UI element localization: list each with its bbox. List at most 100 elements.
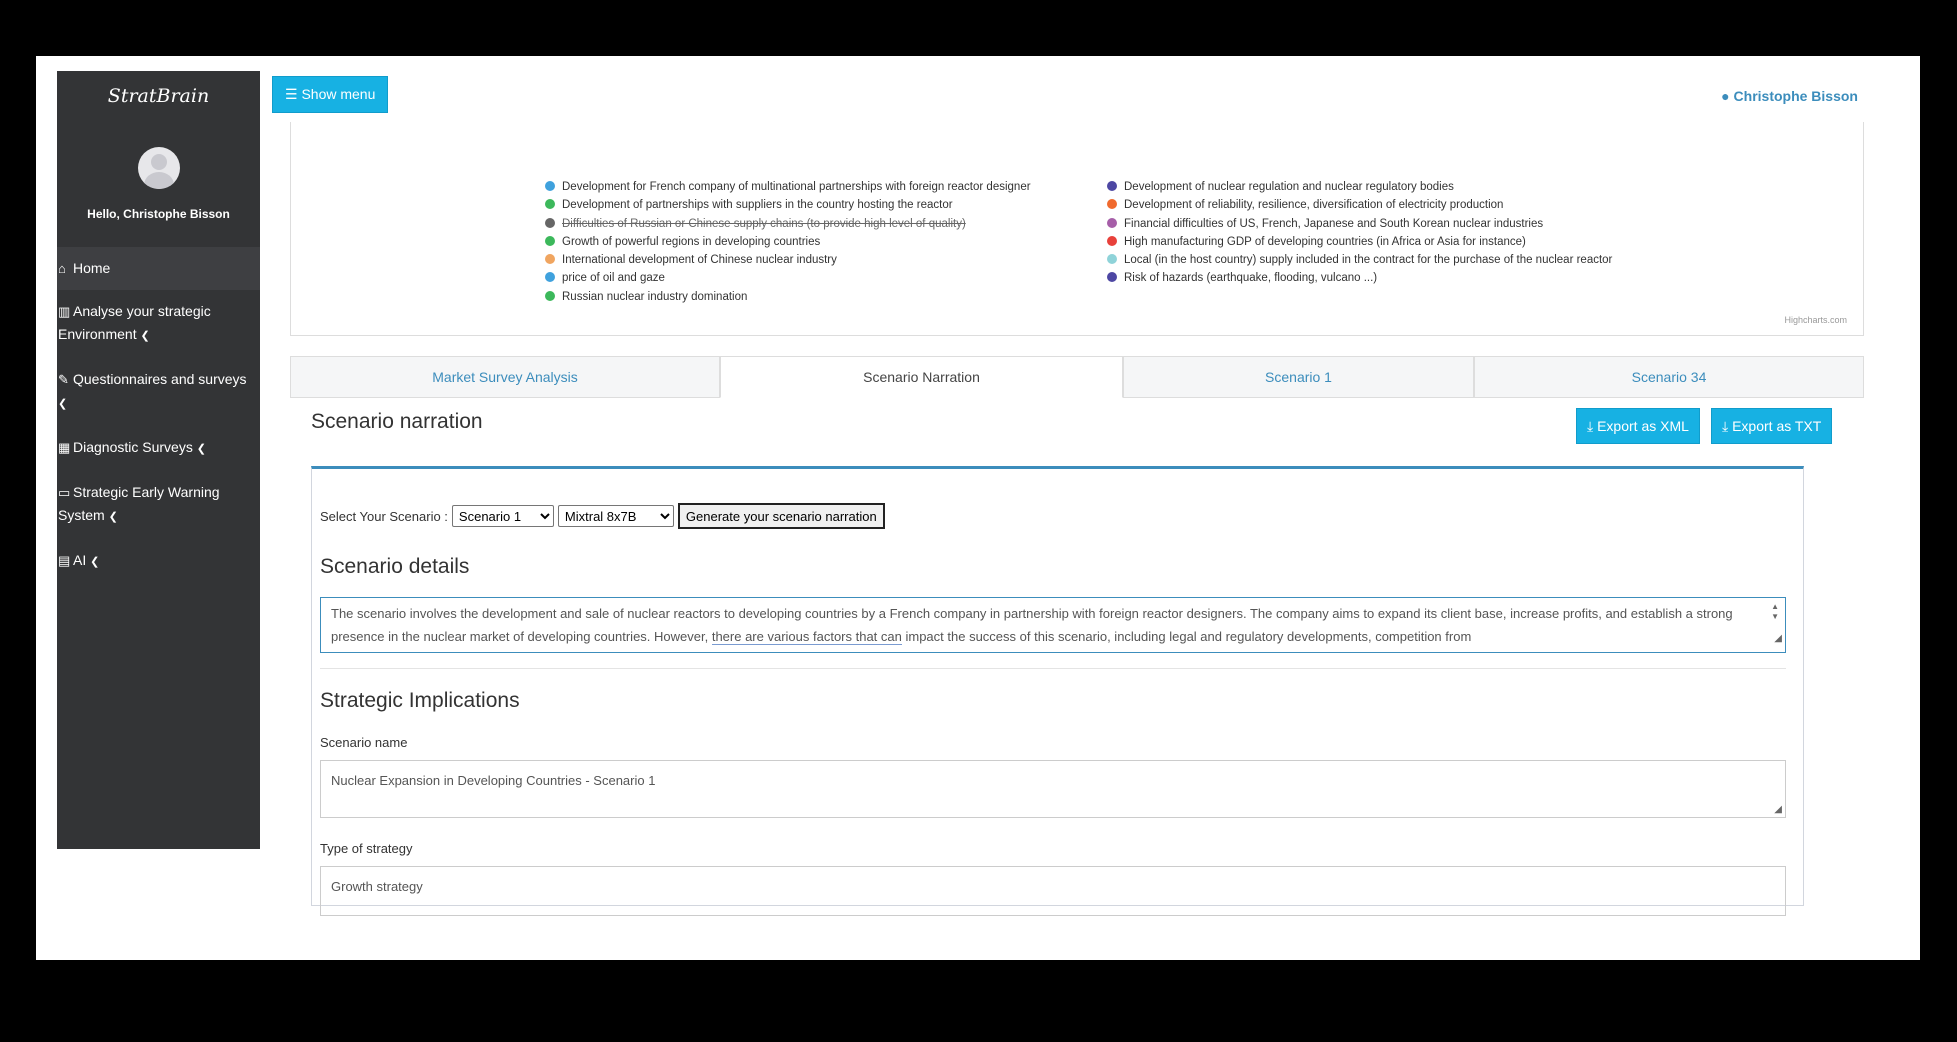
strategy-type-label: Type of strategy [320,841,413,856]
greeting: Hello, Christophe Bisson [87,207,230,221]
chart-credits[interactable]: Highcharts.com [1784,315,1847,325]
page-title: Scenario narration [311,410,483,433]
legend-marker-icon [545,272,555,283]
model-select[interactable]: Mixtral 8x7B [557,505,674,527]
avatar [137,147,180,189]
strategic-implications-heading: Strategic Implications [320,689,520,712]
legend-marker-icon [1107,272,1117,283]
legend-label: Financial difficulties of US, French, Ja… [1124,217,1544,230]
download-icon: ⤓ [1587,418,1594,434]
legend-item[interactable]: Risk of hazards (earthquake, flooding, v… [1107,269,1612,287]
sidebar-item-label: Home [73,260,111,276]
generate-narration-button[interactable]: Generate your scenario narration [677,503,885,529]
sidebar-item-label: Strategic Early Warning System [58,484,220,523]
legend-marker-icon [1107,217,1117,228]
legend-item[interactable]: price of oil and gaze [545,269,1031,287]
select-label: Select Your Scenario : [320,508,448,524]
sidebar-item-questionnaires[interactable]: ✎ Questionnaires and surveys ❮ [57,358,260,426]
user-icon: ● [1721,88,1730,104]
scenario-select-row: Select Your Scenario : Scenario 1 Mixtra… [320,503,885,529]
scenario-name-label: Scenario name [320,735,408,750]
legend-label: price of oil and gaze [562,272,665,285]
legend-column-left: Development for French company of multin… [545,178,1031,306]
legend-marker-icon [545,199,555,210]
sidebar-item-label: Questionnaires and surveys [73,371,247,387]
legend-label: High manufacturing GDP of developing cou… [1124,235,1526,248]
legend-marker-icon [545,290,555,301]
scenario-name-field[interactable]: Nuclear Expansion in Developing Countrie… [320,760,1786,818]
sidebar: StratBrain Hello, Christophe Bisson ⌂ Hom… [57,71,260,849]
legend-marker-icon [545,181,555,191]
scenario-details-textarea[interactable]: The scenario involves the development an… [320,597,1786,653]
download-icon: ⤓ [1722,418,1729,434]
export-txt-button[interactable]: ⤓ Export as TXT [1711,408,1833,444]
tab-scenario-1[interactable]: Scenario 1 [1123,356,1474,398]
tab-bar: Market Survey Analysis Scenario Narratio… [290,356,1864,398]
chevron-left-icon: ❮ [196,443,206,455]
sidebar-item-home[interactable]: ⌂ Home [57,247,260,290]
legend-label: Difficulties of Russian or Chinese suppl… [562,217,966,230]
scroll-arrows-icon[interactable]: ▲ ▼ [1771,602,1779,622]
legend-item[interactable]: International development of Chinese nuc… [545,251,1031,269]
home-icon: ⌂ [58,261,66,276]
laptop-icon: ▭ [58,485,71,500]
sidebar-item-label: AI [73,552,87,568]
sidebar-item-ai[interactable]: ▤ AI ❮ [57,539,260,584]
export-xml-button[interactable]: ⤓ Export as XML [1576,408,1700,444]
resize-handle-icon[interactable]: ◢ [1774,804,1782,815]
legend-item[interactable]: Development of reliability, resilience, … [1107,196,1612,214]
legend-item[interactable]: Development of nuclear regulation and nu… [1107,178,1612,196]
legend-item[interactable]: Local (in the host country) supply inclu… [1107,251,1612,269]
legend-label: Development of reliability, resilience, … [1124,199,1504,212]
legend-marker-icon [1107,181,1117,191]
menu-icon: ☰ [285,86,298,102]
legend-marker-icon [1107,254,1117,265]
legend-label: Local (in the host country) supply inclu… [1124,254,1613,267]
legend-label: Russian nuclear industry domination [562,290,748,303]
legend-label: Development of nuclear regulation and nu… [1124,181,1454,193]
strategy-type-field[interactable]: Growth strategy [320,866,1786,916]
legend-marker-icon [545,254,555,265]
legend-label: Development of partnerships with supplie… [562,199,953,212]
chart-legend-panel: Development for French company of multin… [290,122,1864,336]
top-bar: ☰ Show menu ● Christophe Bisson [260,71,1864,125]
sidebar-item-label: Analyse your strategic Environment [58,303,211,342]
chevron-left-icon: ❮ [140,330,150,342]
brand-logo[interactable]: StratBrain [57,71,260,115]
legend-label: Growth of powerful regions in developing… [562,235,821,248]
legend-item[interactable]: High manufacturing GDP of developing cou… [1107,233,1612,251]
sidebar-item-label: Diagnostic Surveys [73,439,193,455]
tab-market-survey-analysis[interactable]: Market Survey Analysis [290,356,720,398]
tab-scenario-34[interactable]: Scenario 34 [1474,356,1864,398]
calendar-icon: ▦ [58,440,71,455]
scenario-box: Select Your Scenario : Scenario 1 Mixtra… [311,466,1804,916]
legend-marker-icon [1107,199,1117,210]
legend-marker-icon [545,235,555,246]
legend-item[interactable]: Development for French company of multin… [545,178,1031,196]
edit-icon: ✎ [58,372,69,387]
legend-label: International development of Chinese nuc… [562,254,837,267]
main-content: Scenario narration ⤓ Export as XML ⤓ Exp… [290,398,1864,916]
user-menu[interactable]: ● Christophe Bisson [1721,88,1858,104]
sidebar-item-analyse[interactable]: ▥ Analyse your strategic Environment ❮ [57,290,260,358]
calculator-icon: ▤ [58,553,71,568]
resize-handle-icon[interactable]: ◢ [1774,627,1782,650]
chevron-left-icon: ❮ [108,511,118,523]
legend-item[interactable]: Development of partnerships with supplie… [545,196,1031,214]
legend-item[interactable]: Russian nuclear industry domination [545,288,1031,306]
scenario-select[interactable]: Scenario 1 [451,505,554,527]
scenario-details-heading: Scenario details [320,555,470,578]
legend-item[interactable]: Difficulties of Russian or Chinese suppl… [545,215,1031,233]
show-menu-button[interactable]: ☰ Show menu [272,76,389,113]
legend-item[interactable]: Financial difficulties of US, French, Ja… [1107,215,1612,233]
legend-marker-icon [1107,235,1117,246]
chart-icon: ▥ [58,304,71,319]
legend-marker-icon [545,217,555,228]
legend-column-right: Development of nuclear regulation and nu… [1107,178,1612,288]
legend-label: Risk of hazards (earthquake, flooding, v… [1124,272,1378,285]
chevron-left-icon: ❮ [90,556,100,568]
legend-item[interactable]: Growth of powerful regions in developing… [545,233,1031,251]
sidebar-item-diagnostic[interactable]: ▦ Diagnostic Surveys ❮ [57,426,260,471]
sidebar-item-early-warning[interactable]: ▭ Strategic Early Warning System ❮ [57,471,260,539]
tab-scenario-narration[interactable]: Scenario Narration [720,356,1123,398]
